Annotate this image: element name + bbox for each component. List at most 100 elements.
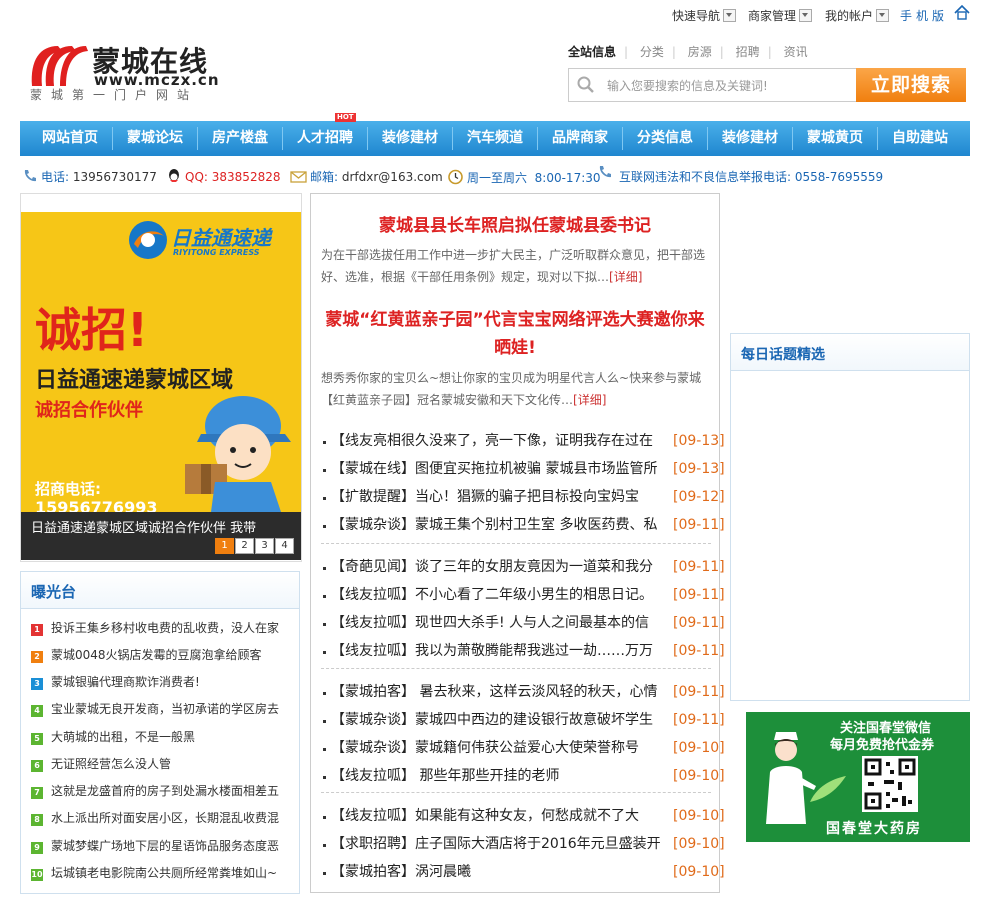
mobile-version-link[interactable]: 手机版 xyxy=(900,7,948,24)
news-list-item[interactable]: 【扩散提醒】当心！猖獗的骗子把目标投向宝妈宝 [09-12] xyxy=(321,483,725,511)
nurse-figure-icon xyxy=(766,732,816,824)
quick-nav-menu[interactable]: 快速导航 xyxy=(672,7,737,24)
nav-brands[interactable]: 品牌商家 xyxy=(538,121,622,156)
summary-2-text: 想秀秀你家的宝贝么~想让你家的宝贝成为明星代言人么~快来参与蒙城【红黄蓝亲子园】… xyxy=(321,371,702,407)
tab-jobs[interactable]: 招聘 xyxy=(736,45,760,59)
tab-housing[interactable]: 房源 xyxy=(688,45,712,59)
promo-carousel[interactable]: 日益通速递 RIYITONG EXPRESS 诚招! 日益通速递蒙城区域 诚招合… xyxy=(20,193,302,562)
exposure-item[interactable]: 2 蒙城0048火锅店发霉的豆腐泡拿给顾客 xyxy=(31,645,293,665)
merchant-label: 商家管理 xyxy=(748,9,797,23)
news-date: [09-11] xyxy=(673,517,725,533)
news-title[interactable]: 【线友拉呱】 那些年那些开挂的老师 xyxy=(331,762,667,790)
brand-logo-icon xyxy=(129,221,167,259)
news-title[interactable]: 【蒙城杂谈】蒙城四中西边的建设银行故意破坏学生 xyxy=(331,706,667,734)
nav-home[interactable]: 网站首页 xyxy=(28,121,112,156)
bullet-icon xyxy=(323,748,326,751)
news-date: [09-10] xyxy=(673,864,725,880)
nav-site-builder[interactable]: 自助建站 xyxy=(878,121,962,156)
exposure-item-title: 宝业蒙城无良开发商，当初承诺的学区房去 xyxy=(51,702,280,716)
news-list-item[interactable]: 【线友亮相很久没来了，亮一下像，证明我存在过在 [09-13] xyxy=(321,427,725,455)
carousel-page-1[interactable]: 1 xyxy=(215,538,234,554)
exposure-item[interactable]: 4 宝业蒙城无良开发商，当初承诺的学区房去 xyxy=(31,699,293,719)
search-input[interactable] xyxy=(605,69,857,103)
nav-jobs[interactable]: 人才招聘 HOT xyxy=(283,113,367,156)
carousel-page-3[interactable]: 3 xyxy=(255,538,274,554)
nav-decoration-2[interactable]: 装修建材 xyxy=(708,121,792,156)
news-list-item[interactable]: 【蒙城杂谈】蒙城籍何伟获公益爱心大使荣誉称号 [09-10] xyxy=(321,734,725,762)
more-link[interactable]: [详细] xyxy=(573,393,606,407)
news-list-item[interactable]: 【线友拉呱】我以为萧敬腾能帮我逃过一劫……万万 [09-11] xyxy=(321,637,725,665)
headline-2[interactable]: 蒙城“红黄蓝亲子园”代言宝宝网络评选大赛邀你来晒娃! xyxy=(311,306,719,362)
news-list-item[interactable]: 【蒙城杂谈】蒙城王集个别村卫生室 多收医药费、私 [09-11] xyxy=(321,511,725,539)
nav-jobs-label: 人才招聘 xyxy=(297,130,353,146)
exposure-item-title: 大萌城的出租，不是一般黑 xyxy=(51,730,196,744)
news-column: 蒙城县县长车照启拟任蒙城县委书记 为在干部选拔任用工作中进一步扩大民主，广泛听取… xyxy=(310,193,725,893)
exposure-item[interactable]: 6 无证照经营怎么没人管 xyxy=(31,754,293,774)
hours-days: 周一至周六 xyxy=(467,171,528,185)
exposure-item[interactable]: 8 水上派出所对面安居小区，长期混乱收费混 xyxy=(31,808,293,828)
home-icon[interactable] xyxy=(954,5,970,20)
carousel-caption[interactable]: 日益通速递蒙城区域诚招合作伙伴 我带 xyxy=(31,517,256,536)
news-list-item[interactable]: 【线友拉呱】现世四大杀手! 人与人之间最基本的信 [09-11] xyxy=(321,609,725,637)
carousel-page-2[interactable]: 2 xyxy=(235,538,254,554)
news-list-item[interactable]: 【蒙城杂谈】蒙城四中西边的建设银行故意破坏学生 [09-11] xyxy=(321,706,725,734)
news-list-item[interactable]: 【蒙城在线】图便宜买拖拉机被骗 蒙城县市场监管所 [09-13] xyxy=(321,455,725,483)
news-list-item[interactable]: 【奇葩见闻】谈了三年的女朋友竟因为一道菜和我分 [09-11] xyxy=(321,553,725,581)
news-title[interactable]: 【线友拉呱】现世四大杀手! 人与人之间最基本的信 xyxy=(331,609,667,637)
news-title[interactable]: 【蒙城杂谈】蒙城籍何伟获公益爱心大使荣誉称号 xyxy=(331,734,667,762)
nav-auto[interactable]: 汽车频道 xyxy=(453,121,537,156)
tab-news[interactable]: 资讯 xyxy=(784,45,808,59)
news-list-item[interactable]: 【求职招聘】庄子国际大酒店将于2016年元旦盛装开 [09-10] xyxy=(321,830,725,858)
news-title[interactable]: 【扩散提醒】当心！猖獗的骗子把目标投向宝妈宝 xyxy=(331,483,667,511)
nav-property[interactable]: 房产楼盘 xyxy=(198,121,282,156)
exposure-item-title: 水上派出所对面安居小区，长期混乱收费混 xyxy=(51,811,280,825)
more-link[interactable]: [详细] xyxy=(609,270,642,284)
news-title[interactable]: 【蒙城杂谈】蒙城王集个别村卫生室 多收医药费、私 xyxy=(331,511,667,539)
nav-forum[interactable]: 蒙城论坛 xyxy=(113,121,197,156)
news-list-item[interactable]: 【蒙城拍客】 暑去秋来，这样云淡风轻的秋天，心情 [09-11] xyxy=(321,678,725,706)
news-date: [09-10] xyxy=(673,768,725,784)
news-title[interactable]: 【线友拉呱】不小心看了二年级小男生的相思日记。 xyxy=(331,581,667,609)
nav-decoration[interactable]: 装修建材 xyxy=(368,121,452,156)
pharmacy-ad-banner[interactable]: 关注国春堂微信 每月免费抢代金券 国春堂大药房 xyxy=(746,712,970,842)
news-title[interactable]: 【线友亮相很久没来了，亮一下像，证明我存在过在 xyxy=(331,427,667,455)
mail-value[interactable]: drfdxr@163.com xyxy=(342,170,443,184)
news-title[interactable]: 【奇葩见闻】谈了三年的女朋友竟因为一道菜和我分 xyxy=(331,553,667,581)
news-list-item[interactable]: 【线友拉呱】 那些年那些开挂的老师 [09-10] xyxy=(321,762,725,790)
tab-classified[interactable]: 分类 xyxy=(640,45,664,59)
carousel-page-4[interactable]: 4 xyxy=(275,538,294,554)
rank-number-badge: 3 xyxy=(31,678,43,690)
daily-topics-title: 每日话题精选 xyxy=(741,347,825,363)
news-title[interactable]: 【线友拉呱】我以为萧敬腾能帮我逃过一劫……万万 xyxy=(331,637,667,665)
carousel-caption-bar: 日益通速递蒙城区域诚招合作伙伴 我带 1 2 3 4 xyxy=(21,512,301,560)
news-title[interactable]: 【蒙城拍客】涡河晨曦 xyxy=(331,858,667,886)
headline-1[interactable]: 蒙城县县长车照启拟任蒙城县委书记 xyxy=(311,212,719,240)
account-menu[interactable]: 我的帐户 xyxy=(825,7,890,24)
exposure-item[interactable]: 1 投诉王集乡移村收电费的乱收费，没人在家 xyxy=(31,618,293,638)
search-button[interactable]: 立即搜索 xyxy=(856,68,966,102)
merchant-menu[interactable]: 商家管理 xyxy=(748,7,813,24)
news-list-item[interactable]: 【线友拉呱】如果能有这种女友，何愁成就不了大 [09-10] xyxy=(321,802,725,830)
promo-banner-image[interactable]: 日益通速递 RIYITONG EXPRESS 诚招! 日益通速递蒙城区域 诚招合… xyxy=(21,212,301,512)
nav-yellow-pages[interactable]: 蒙城黄页 xyxy=(793,121,877,156)
rank-number-badge: 9 xyxy=(31,842,43,854)
exposure-item[interactable]: 7 这就是龙盛首府的房子到处漏水楼面相差五 xyxy=(31,781,293,801)
contact-phone: 电话: 13956730177 xyxy=(22,168,157,185)
news-title[interactable]: 【线友拉呱】如果能有这种女友，何愁成就不了大 xyxy=(331,802,667,830)
exposure-item[interactable]: 9 蒙城梦蝶广场地下层的星语饰品服务态度恶 xyxy=(31,836,293,856)
nav-classified[interactable]: 分类信息 xyxy=(623,121,707,156)
chevron-down-icon xyxy=(876,9,890,22)
tab-all[interactable]: 全站信息 xyxy=(568,45,616,59)
bullet-icon xyxy=(323,441,326,444)
exposure-item[interactable]: 3 蒙城银骗代理商欺诈消费者! xyxy=(31,672,293,692)
bullet-icon xyxy=(323,776,326,779)
search-box xyxy=(568,68,860,103)
exposure-item[interactable]: 5 大萌城的出租，不是一般黑 xyxy=(31,727,293,747)
news-list-item[interactable]: 【线友拉呱】不小心看了二年级小男生的相思日记。 [09-11] xyxy=(321,581,725,609)
news-list-item[interactable]: 【蒙城拍客】涡河晨曦 [09-10] xyxy=(321,858,725,886)
exposure-item[interactable]: 10 坛城镇老电影院南公共厕所经常粪堆如山~ xyxy=(31,863,293,883)
news-title[interactable]: 【蒙城拍客】 暑去秋来，这样云淡风轻的秋天，心情 xyxy=(331,678,667,706)
news-title[interactable]: 【蒙城在线】图便宜买拖拉机被骗 蒙城县市场监管所 xyxy=(331,455,667,483)
mail-label: 邮箱: xyxy=(310,170,339,184)
news-title[interactable]: 【求职招聘】庄子国际大酒店将于2016年元旦盛装开 xyxy=(331,830,667,858)
